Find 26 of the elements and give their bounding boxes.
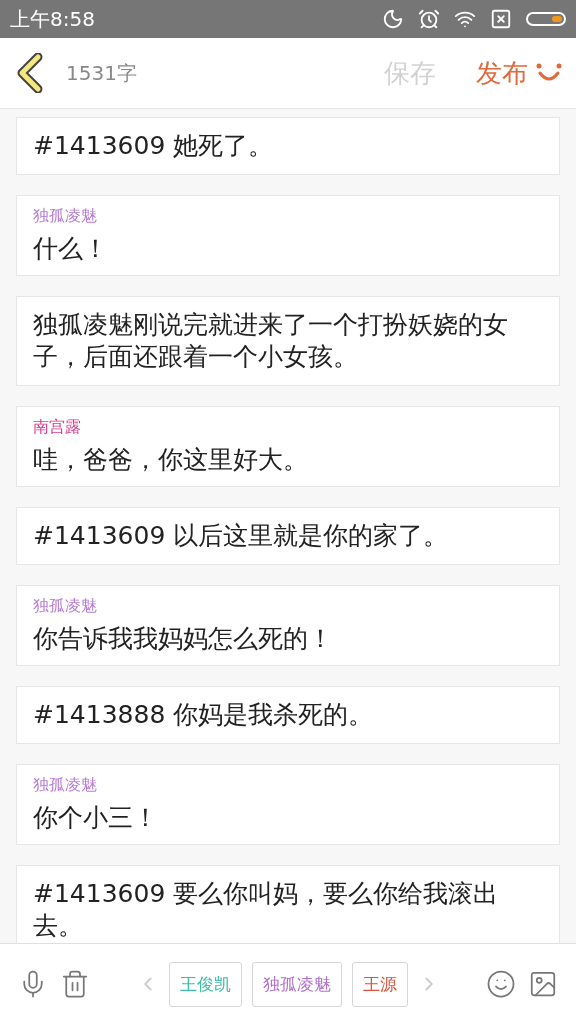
narration-text: #1413609 要么你叫妈，要么你给我滚出去。 xyxy=(33,878,500,942)
dialogue-card[interactable]: 独孤凌魅 你个小三！ xyxy=(16,764,560,845)
status-time: 上午8:58 xyxy=(10,5,96,33)
narration-card[interactable]: 独孤凌魅刚说完就进来了一个打扮妖娆的女子，后面还跟着一个小女孩。 xyxy=(16,296,560,386)
dialogue-text: 你告诉我我妈妈怎么死的！ xyxy=(33,623,334,655)
speaker-name: 独孤凌魅 xyxy=(33,206,98,227)
speaker-name: 独孤凌魅 xyxy=(33,596,98,617)
dialogue-card[interactable]: 独孤凌魅 你告诉我我妈妈怎么死的！ xyxy=(16,585,560,666)
dialogue-text: 什么！ xyxy=(33,233,109,265)
dialogue-card[interactable]: 独孤凌魅 什么！ xyxy=(16,195,560,276)
narration-card[interactable]: #1413609 她死了。 xyxy=(16,117,560,175)
word-count: 1531字 xyxy=(66,59,138,87)
speaker-name: 独孤凌魅 xyxy=(33,775,98,796)
narration-card[interactable]: #1413609 要么你叫妈，要么你给我滚出去。 xyxy=(16,865,560,943)
dialogue-text: 你个小三！ xyxy=(33,802,159,834)
character-chip[interactable]: 独孤凌魅 xyxy=(251,961,342,1007)
narration-text: 独孤凌魅刚说完就进来了一个打扮妖娆的女子，后面还跟着一个小女孩。 xyxy=(33,309,509,373)
dialogue-text: 哇，爸爸，你这里好大。 xyxy=(33,444,309,476)
narration-text: #1413888 你妈是我杀死的。 xyxy=(33,699,375,731)
character-chip[interactable]: 王源 xyxy=(351,961,408,1007)
speaker-name: 南宫露 xyxy=(33,417,82,438)
narration-text: #1413609 以后这里就是你的家了。 xyxy=(33,520,450,552)
narration-card[interactable]: #1413609 以后这里就是你的家了。 xyxy=(16,507,560,565)
narration-text: #1413609 她死了。 xyxy=(33,130,275,162)
dialogue-card[interactable]: 南宫露 哇，爸爸，你这里好大。 xyxy=(16,406,560,487)
narration-card[interactable]: #1413888 你妈是我杀死的。 xyxy=(16,686,560,744)
